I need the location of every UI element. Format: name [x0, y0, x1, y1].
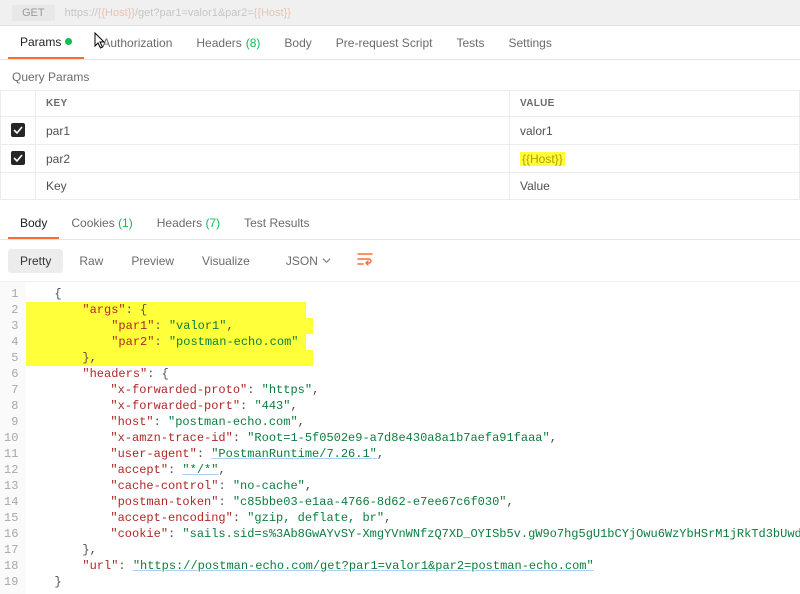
checkbox-icon[interactable]: [11, 151, 25, 165]
resp-tab-cookies[interactable]: Cookies (1): [59, 208, 144, 239]
col-key: KEY: [36, 91, 510, 117]
param-value[interactable]: valor1: [510, 117, 800, 145]
resp-tab-headers[interactable]: Headers (7): [145, 208, 232, 239]
tab-tests[interactable]: Tests: [444, 26, 496, 59]
col-value: VALUE: [510, 91, 800, 117]
view-visualize[interactable]: Visualize: [190, 249, 262, 273]
resp-tab-body[interactable]: Body: [8, 208, 59, 239]
param-value-placeholder[interactable]: Value: [510, 173, 800, 200]
checkbox-icon[interactable]: [11, 123, 25, 137]
table-row[interactable]: par2 {{Host}}: [1, 145, 800, 173]
tab-params[interactable]: Params: [8, 26, 84, 59]
param-key[interactable]: par2: [36, 145, 510, 173]
param-value[interactable]: {{Host}}: [510, 145, 800, 173]
line-gutter: 12345678910111213141516171819: [0, 282, 26, 594]
view-row: Pretty Raw Preview Visualize JSON: [0, 240, 800, 282]
request-bar: GET https://{{Host}}/get?par1=valor1&par…: [0, 0, 800, 26]
response-tabs: Body Cookies (1) Headers (7) Test Result…: [0, 208, 800, 240]
query-params-label: Query Params: [0, 60, 800, 90]
tab-authorization[interactable]: Authorization: [90, 26, 184, 59]
tab-headers[interactable]: Headers (8): [184, 26, 272, 59]
view-preview[interactable]: Preview: [119, 249, 186, 273]
view-pretty[interactable]: Pretty: [8, 249, 63, 273]
query-params-table: KEY VALUE par1 valor1 par2 {{Host}} Key …: [0, 90, 800, 200]
tab-settings[interactable]: Settings: [497, 26, 564, 59]
table-row[interactable]: par1 valor1: [1, 117, 800, 145]
table-row[interactable]: Key Value: [1, 173, 800, 200]
wrap-lines-icon[interactable]: [353, 248, 377, 273]
method-badge: GET: [12, 5, 55, 21]
param-key[interactable]: par1: [36, 117, 510, 145]
response-body[interactable]: 12345678910111213141516171819 { "args": …: [0, 282, 800, 594]
lang-select[interactable]: JSON: [278, 249, 339, 273]
request-url: https://{{Host}}/get?par1=valor1&par2={{…: [65, 7, 291, 19]
request-tabs: Params Authorization Headers (8) Body Pr…: [0, 26, 800, 60]
tab-body[interactable]: Body: [272, 26, 323, 59]
param-key-placeholder[interactable]: Key: [36, 173, 510, 200]
params-dot-icon: [65, 38, 72, 45]
chevron-down-icon: [322, 256, 331, 265]
resp-tab-tests[interactable]: Test Results: [232, 208, 321, 239]
tab-prerequest[interactable]: Pre-request Script: [324, 26, 445, 59]
view-raw[interactable]: Raw: [67, 249, 115, 273]
